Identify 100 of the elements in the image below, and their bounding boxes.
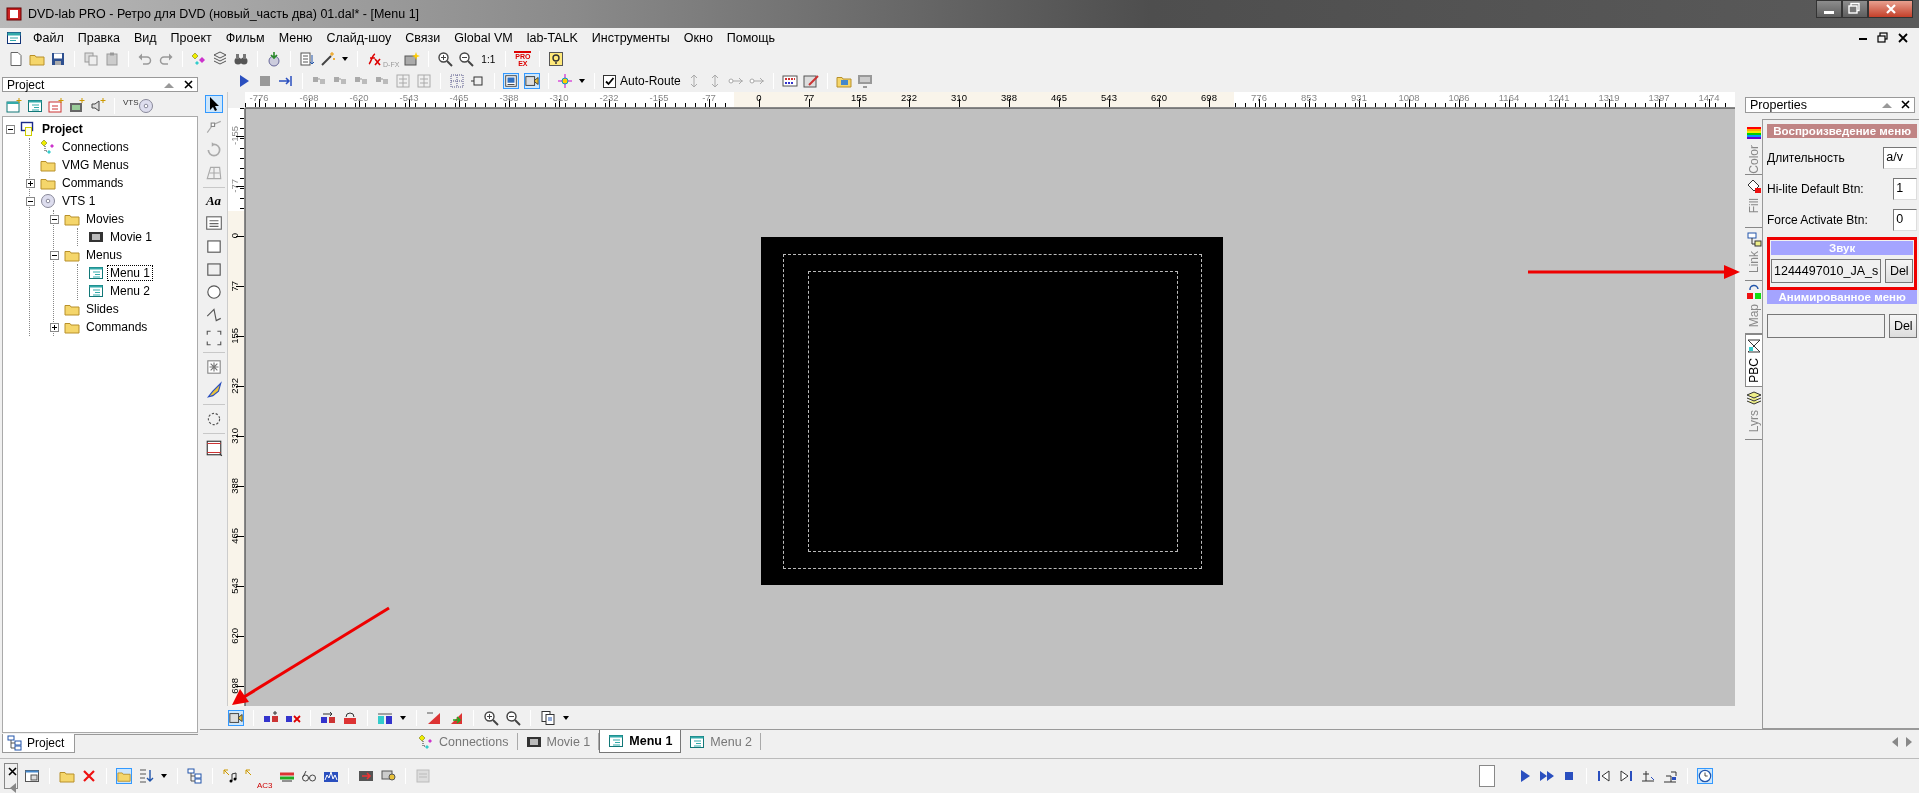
- tree-item[interactable]: Movies: [83, 211, 127, 227]
- swap-squares-icon[interactable]: [320, 709, 336, 726]
- menu-item[interactable]: Окно: [676, 31, 720, 45]
- text-field[interactable]: a/v: [1883, 147, 1918, 169]
- new-sound-icon[interactable]: [90, 98, 106, 114]
- movie-sound-icon[interactable]: [524, 73, 540, 89]
- pages-icon[interactable]: [540, 709, 556, 726]
- node-icon[interactable]: [204, 118, 223, 136]
- text-field[interactable]: 1: [1893, 178, 1918, 200]
- diamonds-icon[interactable]: [191, 51, 207, 67]
- delete-button[interactable]: Del: [1885, 259, 1914, 283]
- basket-icon[interactable]: [342, 709, 358, 726]
- next-mark-icon[interactable]: [1618, 768, 1634, 784]
- menu-item[interactable]: Проект: [163, 31, 219, 45]
- menu-item[interactable]: Вид: [126, 31, 164, 45]
- tree-item[interactable]: Menu 1: [107, 265, 154, 281]
- chapter-icon[interactable]: [1640, 768, 1656, 784]
- new-menu-icon[interactable]: [6, 98, 22, 114]
- fx-icon[interactable]: [366, 51, 382, 67]
- document-tab[interactable]: Menu 2: [681, 733, 762, 750]
- document-window-icon[interactable]: [6, 30, 22, 46]
- document-tab[interactable]: Menu 1: [599, 730, 682, 753]
- music-note-icon[interactable]: [222, 768, 238, 784]
- zoom-in-icon[interactable]: [437, 51, 454, 67]
- fast-forward-icon[interactable]: [1539, 768, 1555, 784]
- frame-icon[interactable]: [470, 73, 486, 89]
- glasses-icon[interactable]: [300, 768, 317, 784]
- animation-file-field[interactable]: [1767, 314, 1886, 338]
- new-list-document-icon[interactable]: [48, 98, 64, 114]
- menu-screen-icon[interactable]: [503, 73, 519, 89]
- collapse-icon[interactable]: [50, 214, 59, 224]
- tree-item[interactable]: Commands: [83, 319, 151, 335]
- binoculars-icon[interactable]: [233, 51, 249, 67]
- panel-tab[interactable]: Project: [2, 734, 76, 753]
- magic-wand-icon[interactable]: [320, 51, 336, 67]
- pen-icon[interactable]: [802, 73, 819, 89]
- save-icon[interactable]: [50, 51, 66, 67]
- text-tool[interactable]: Aa: [205, 193, 222, 209]
- tree-item[interactable]: VMG Menus: [59, 157, 132, 173]
- restore-button[interactable]: [1842, 0, 1868, 18]
- tree-item[interactable]: Slides: [83, 301, 122, 317]
- circle-icon[interactable]: [204, 283, 223, 301]
- text-box-icon[interactable]: [204, 214, 223, 232]
- menu-item[interactable]: Инструменты: [584, 31, 677, 45]
- tree-item[interactable]: VTS 1: [59, 193, 99, 209]
- rectangle-icon[interactable]: [204, 237, 223, 255]
- side-tab[interactable]: PBC: [1745, 334, 1762, 387]
- film-frame-icon[interactable]: [204, 439, 223, 457]
- menu-item[interactable]: Фильм: [218, 31, 272, 45]
- triangle-icon[interactable]: [426, 709, 442, 726]
- disc-download-icon[interactable]: [266, 51, 282, 67]
- tree-item[interactable]: Project: [39, 121, 86, 137]
- clock-icon[interactable]: [1697, 768, 1713, 784]
- pointer-icon[interactable]: [204, 95, 223, 113]
- expand-icon[interactable]: [50, 322, 59, 332]
- document-tab[interactable]: Connections: [410, 733, 518, 750]
- collapse-icon[interactable]: [26, 196, 35, 206]
- collapse-icon[interactable]: [6, 124, 15, 134]
- tree-item[interactable]: Movie 1: [107, 229, 156, 245]
- previous-mark-icon[interactable]: [1596, 768, 1612, 784]
- new-window-icon[interactable]: [24, 768, 40, 784]
- menu-item[interactable]: Правка: [70, 31, 127, 45]
- tree-item[interactable]: Menus: [83, 247, 126, 263]
- new-movie-icon[interactable]: [69, 98, 85, 114]
- zoom-in-icon[interactable]: [483, 709, 499, 726]
- menu-item[interactable]: Меню: [271, 31, 320, 45]
- sparkle-image-icon[interactable]: [404, 51, 421, 67]
- menu-item[interactable]: Файл: [26, 31, 71, 45]
- actual-size-button[interactable]: 1:1: [479, 53, 498, 65]
- menu-sound-icon[interactable]: [228, 709, 244, 726]
- collapse-icon[interactable]: [50, 250, 59, 260]
- sound-file-field[interactable]: 1244497010_JA_s: [1771, 259, 1882, 283]
- jump-icon[interactable]: [278, 73, 294, 89]
- help-icon[interactable]: [548, 51, 565, 67]
- menu-item[interactable]: Помощь: [719, 31, 783, 45]
- minimize-button[interactable]: [1816, 0, 1842, 18]
- menu-item[interactable]: Global VM: [447, 31, 520, 45]
- disc-icon[interactable]: [137, 98, 154, 114]
- projector-icon[interactable]: [379, 768, 396, 784]
- expand-icon[interactable]: [26, 178, 35, 188]
- zoom-out-icon[interactable]: [505, 709, 521, 726]
- polygon-icon[interactable]: [204, 306, 223, 324]
- new-document-icon[interactable]: [8, 51, 24, 67]
- chapters-icon[interactable]: [1662, 768, 1678, 784]
- tree-item[interactable]: Commands: [59, 175, 127, 191]
- delete-icon[interactable]: [81, 768, 97, 784]
- sort-icon[interactable]: [138, 768, 154, 784]
- palette-icon[interactable]: [781, 73, 798, 89]
- close-button[interactable]: [1868, 0, 1913, 18]
- menu-item[interactable]: lab-TALK: [519, 31, 585, 45]
- layers-icon[interactable]: [212, 51, 228, 67]
- delete-button[interactable]: Del: [1889, 314, 1918, 338]
- zoom-out-icon[interactable]: [458, 51, 475, 67]
- new-menu-icon[interactable]: [27, 98, 43, 114]
- tree-item[interactable]: Menu 2: [107, 283, 154, 299]
- pen-icon[interactable]: [204, 381, 223, 399]
- list-icon[interactable]: [299, 51, 315, 67]
- menu-item[interactable]: Слайд-шоу: [319, 31, 399, 45]
- rectangle-icon[interactable]: [204, 260, 223, 278]
- restore-icon[interactable]: [1875, 30, 1891, 46]
